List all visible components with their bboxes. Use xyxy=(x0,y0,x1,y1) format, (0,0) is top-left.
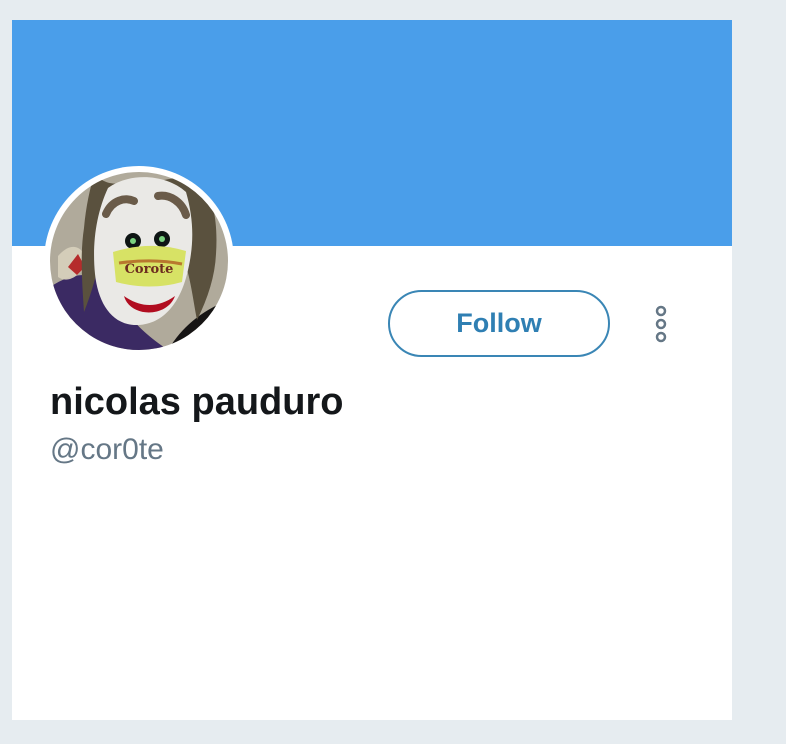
more-options-button[interactable] xyxy=(647,302,675,346)
follow-button[interactable]: Follow xyxy=(388,290,610,357)
profile-card: Corote Follow nicolas pauduro @cor0te xyxy=(12,20,732,720)
joker-avatar-image: Corote xyxy=(50,172,228,350)
profile-username[interactable]: @cor0te xyxy=(50,432,164,468)
profile-display-name[interactable]: nicolas pauduro xyxy=(50,380,343,424)
avatar[interactable]: Corote xyxy=(44,166,234,356)
svg-text:Corote: Corote xyxy=(125,262,174,277)
vertical-ellipsis-icon xyxy=(655,305,667,343)
